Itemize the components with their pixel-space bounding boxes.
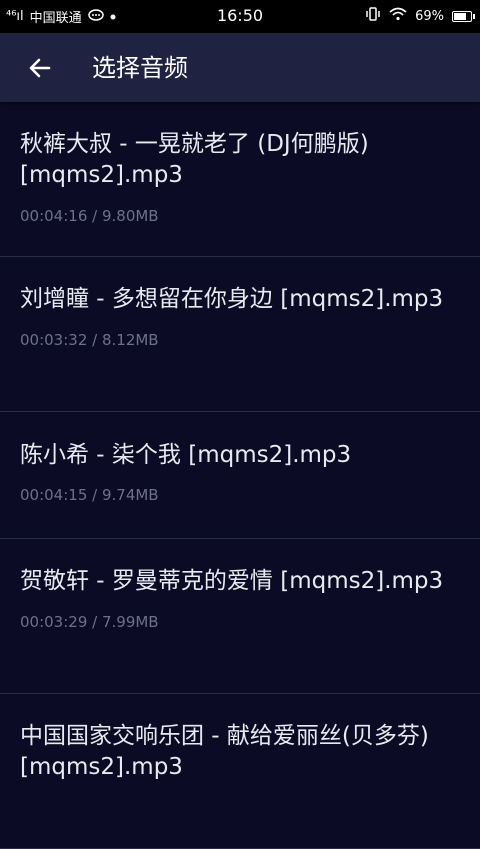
- list-item[interactable]: 陈小希 - 柒个我 [mqms2].mp3 00:04:15 / 9.74MB: [0, 412, 480, 539]
- audio-meta: 00:03:29 / 7.99MB: [20, 613, 159, 631]
- list-item[interactable]: 贺敬轩 - 罗曼蒂克的爱情 [mqms2].mp3 00:03:29 / 7.9…: [0, 539, 480, 694]
- audio-title: 秋裤大叔 - 一晃就老了 (DJ何鹏版) [mqms2].mp3: [20, 131, 369, 188]
- audio-meta: 00:04:16 / 9.80MB: [20, 207, 159, 225]
- audio-title: 陈小希 - 柒个我 [mqms2].mp3: [20, 442, 352, 468]
- battery-percent: 69%: [415, 8, 444, 24]
- list-item[interactable]: 中国国家交响乐团 - 献给爱丽丝(贝多芬) [mqms2].mp3: [0, 694, 480, 849]
- list-item[interactable]: 刘增瞳 - 多想留在你身边 [mqms2].mp3 00:03:32 / 8.1…: [0, 257, 480, 412]
- audio-title: 贺敬轩 - 罗曼蒂克的爱情 [mqms2].mp3: [20, 568, 444, 594]
- status-bar: ⁴⁶ıl 中国联通 16:50 69%: [0, 0, 480, 33]
- list-item[interactable]: 秋裤大叔 - 一晃就老了 (DJ何鹏版) [mqms2].mp3 00:04:1…: [0, 102, 480, 257]
- vibrate-icon: [365, 7, 381, 25]
- app-bar: 选择音频: [0, 33, 480, 102]
- audio-title: 中国国家交响乐团 - 献给爱丽丝(贝多芬) [mqms2].mp3: [20, 723, 429, 780]
- status-right: 69%: [365, 7, 475, 25]
- audio-meta: 00:04:15 / 9.74MB: [20, 486, 159, 504]
- battery-icon: [452, 10, 475, 22]
- back-button[interactable]: [20, 51, 60, 85]
- page-title: 选择音频: [92, 54, 188, 82]
- audio-meta: 00:03:32 / 8.12MB: [20, 331, 159, 349]
- back-arrow-icon: [29, 58, 51, 78]
- audio-list: 秋裤大叔 - 一晃就老了 (DJ何鹏版) [mqms2].mp3 00:04:1…: [0, 102, 480, 849]
- wifi-icon: [389, 7, 407, 25]
- audio-title: 刘增瞳 - 多想留在你身边 [mqms2].mp3: [20, 286, 444, 312]
